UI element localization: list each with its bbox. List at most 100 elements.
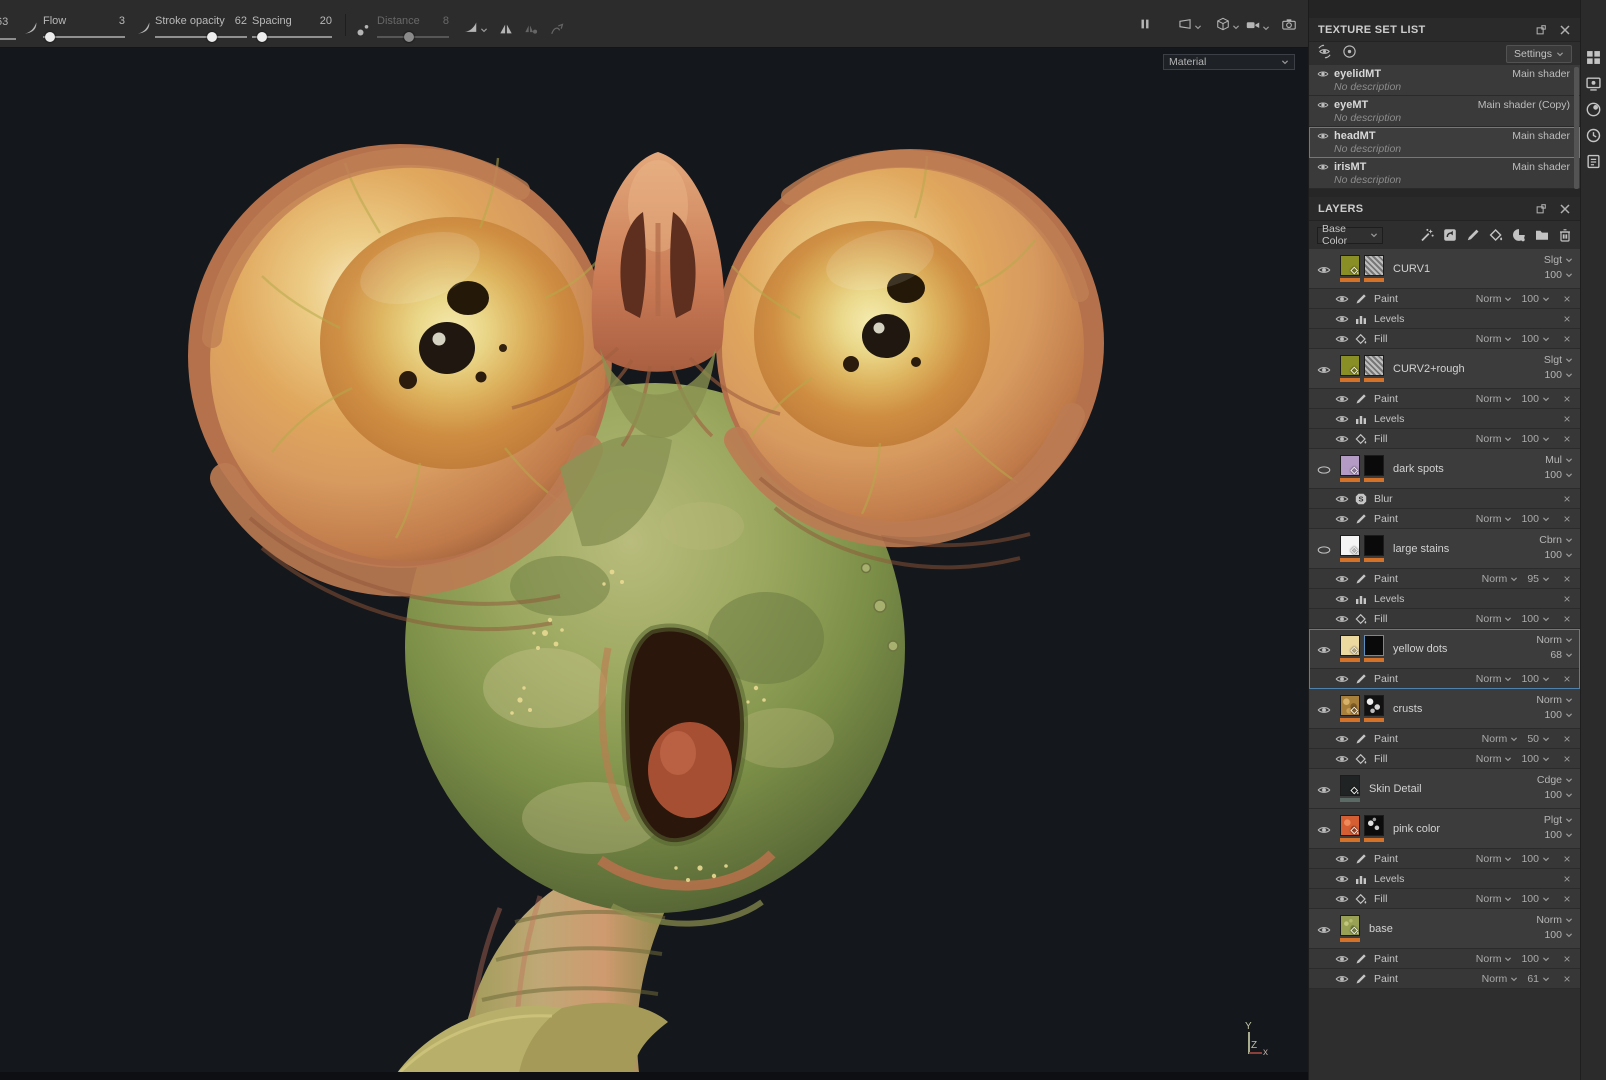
visibility-eye-icon[interactable] bbox=[1317, 130, 1329, 142]
layer-blend-mode[interactable]: Mul bbox=[1545, 454, 1573, 466]
effect-blend-mode[interactable]: Norm bbox=[1476, 293, 1502, 305]
effect-blend-mode[interactable]: Norm bbox=[1476, 333, 1502, 345]
effect-opacity[interactable]: 100 bbox=[1521, 333, 1539, 345]
layer-row[interactable]: Skin DetailCdge100 bbox=[1309, 769, 1580, 809]
effect-opacity[interactable]: 100 bbox=[1521, 853, 1539, 865]
effect-blend-mode[interactable]: Norm bbox=[1482, 733, 1508, 745]
layer-effect-row[interactable]: PaintNorm61× bbox=[1309, 969, 1580, 989]
layer-visibility-icon[interactable] bbox=[1317, 543, 1331, 557]
screenshot-icon[interactable] bbox=[1282, 17, 1296, 31]
lazy-mouse-icon[interactable] bbox=[550, 22, 564, 36]
texture-set-item[interactable]: irisMTMain shaderNo description bbox=[1309, 158, 1580, 189]
axis-gizmo[interactable]: Y Z x bbox=[1240, 1023, 1280, 1069]
layer-blend-mode[interactable]: Norm bbox=[1536, 914, 1573, 926]
shader-settings-icon[interactable] bbox=[1586, 102, 1601, 117]
texture-set-shader[interactable]: Main shader bbox=[1512, 68, 1570, 80]
add-smart-material-icon[interactable] bbox=[1512, 228, 1526, 242]
falloff-curve-icon[interactable] bbox=[464, 20, 478, 34]
effect-visibility-icon[interactable] bbox=[1335, 592, 1349, 606]
pen-pressure-icon[interactable] bbox=[24, 21, 38, 35]
effect-visibility-icon[interactable] bbox=[1335, 892, 1349, 906]
viewport-3d[interactable]: Material Y Z x bbox=[0, 48, 1308, 1080]
pen-pressure-icon[interactable] bbox=[137, 21, 151, 35]
effect-visibility-icon[interactable] bbox=[1335, 732, 1349, 746]
effect-blend-mode[interactable]: Norm bbox=[1476, 393, 1502, 405]
layer-visibility-icon[interactable] bbox=[1317, 363, 1331, 377]
clipped-slider[interactable] bbox=[0, 38, 16, 40]
history-icon[interactable] bbox=[1586, 128, 1601, 143]
effect-visibility-icon[interactable] bbox=[1335, 312, 1349, 326]
effect-opacity[interactable]: 100 bbox=[1521, 953, 1539, 965]
layer-thumbnail[interactable] bbox=[1340, 915, 1360, 936]
effect-blend-mode[interactable]: Norm bbox=[1476, 673, 1502, 685]
effect-blend-mode[interactable]: Norm bbox=[1482, 573, 1508, 585]
effect-visibility-icon[interactable] bbox=[1335, 972, 1349, 986]
layer-effect-row[interactable]: PaintNorm100× bbox=[1309, 509, 1580, 529]
layer-thumbnail[interactable] bbox=[1364, 535, 1384, 556]
texture-set-item[interactable]: eyelidMTMain shaderNo description bbox=[1309, 65, 1580, 96]
effect-opacity[interactable]: 50 bbox=[1527, 733, 1539, 745]
effect-visibility-icon[interactable] bbox=[1335, 432, 1349, 446]
texture-set-item[interactable]: headMTMain shaderNo description bbox=[1309, 127, 1580, 158]
effect-delete-button[interactable]: × bbox=[1560, 572, 1574, 586]
distance-dots-icon[interactable] bbox=[356, 23, 370, 37]
popout-icon[interactable] bbox=[1535, 203, 1547, 215]
effect-visibility-icon[interactable] bbox=[1335, 492, 1349, 506]
layer-effect-row[interactable]: PaintNorm100× bbox=[1309, 289, 1580, 309]
layer-effect-row[interactable]: Levels× bbox=[1309, 869, 1580, 889]
layer-effect-row[interactable]: FillNorm100× bbox=[1309, 329, 1580, 349]
effect-delete-button[interactable]: × bbox=[1560, 432, 1574, 446]
effect-opacity[interactable]: 100 bbox=[1521, 753, 1539, 765]
layer-row[interactable]: dark spotsMul100 bbox=[1309, 449, 1580, 489]
layer-thumbnail[interactable] bbox=[1340, 775, 1360, 796]
layer-visibility-icon[interactable] bbox=[1317, 703, 1331, 717]
layer-effect-row[interactable]: PaintNorm100× bbox=[1309, 949, 1580, 969]
effect-opacity[interactable]: 100 bbox=[1521, 393, 1539, 405]
effect-delete-button[interactable]: × bbox=[1560, 672, 1574, 686]
symmetry-icon[interactable] bbox=[499, 22, 513, 36]
texture-set-shader[interactable]: Main shader (Copy) bbox=[1478, 99, 1570, 111]
solo-eye-icon[interactable] bbox=[1342, 44, 1357, 59]
layer-opacity[interactable]: 100 bbox=[1544, 829, 1573, 841]
effect-visibility-icon[interactable] bbox=[1335, 392, 1349, 406]
layer-opacity[interactable]: 100 bbox=[1544, 789, 1573, 801]
layer-effect-row[interactable]: PaintNorm50× bbox=[1309, 729, 1580, 749]
layer-effect-row[interactable]: Levels× bbox=[1309, 409, 1580, 429]
layer-blend-mode[interactable]: Cdge bbox=[1537, 774, 1573, 786]
effect-visibility-icon[interactable] bbox=[1335, 752, 1349, 766]
effect-visibility-icon[interactable] bbox=[1335, 852, 1349, 866]
camera-mode-icon[interactable] bbox=[1246, 18, 1260, 32]
effect-visibility-icon[interactable] bbox=[1335, 612, 1349, 626]
layer-visibility-icon[interactable] bbox=[1317, 263, 1331, 277]
layer-visibility-icon[interactable] bbox=[1317, 783, 1331, 797]
effect-visibility-icon[interactable] bbox=[1335, 872, 1349, 886]
layer-thumbnail[interactable] bbox=[1340, 455, 1360, 476]
layer-opacity[interactable]: 100 bbox=[1544, 929, 1573, 941]
effect-blend-mode[interactable]: Norm bbox=[1476, 613, 1502, 625]
effect-visibility-icon[interactable] bbox=[1335, 332, 1349, 346]
layer-thumbnail[interactable] bbox=[1364, 695, 1384, 716]
add-folder-icon[interactable] bbox=[1535, 228, 1549, 242]
texture-set-grid-icon[interactable] bbox=[1586, 50, 1601, 65]
layer-effect-row[interactable]: PaintNorm100× bbox=[1309, 849, 1580, 869]
effect-blend-mode[interactable]: Norm bbox=[1482, 973, 1508, 985]
layer-opacity[interactable]: 100 bbox=[1544, 369, 1573, 381]
log-icon[interactable] bbox=[1586, 154, 1601, 169]
effect-opacity[interactable]: 100 bbox=[1521, 293, 1539, 305]
layer-effect-row[interactable]: PaintNorm100× bbox=[1309, 389, 1580, 409]
add-fill-layer-icon[interactable] bbox=[1489, 228, 1503, 242]
effect-delete-button[interactable]: × bbox=[1560, 312, 1574, 326]
layer-effect-row[interactable]: FillNorm100× bbox=[1309, 429, 1580, 449]
layer-thumbnail[interactable] bbox=[1340, 815, 1360, 836]
effect-delete-button[interactable]: × bbox=[1560, 732, 1574, 746]
layer-effect-row[interactable]: PaintNorm100× bbox=[1309, 669, 1580, 689]
close-icon[interactable] bbox=[1559, 24, 1571, 36]
layer-effect-row[interactable]: FillNorm100× bbox=[1309, 889, 1580, 909]
effect-opacity[interactable]: 61 bbox=[1527, 973, 1539, 985]
effect-delete-button[interactable]: × bbox=[1560, 292, 1574, 306]
layer-row[interactable]: pink colorPlgt100 bbox=[1309, 809, 1580, 849]
texture-set-shader[interactable]: Main shader bbox=[1512, 130, 1570, 142]
layer-row[interactable]: CURV1Slgt100 bbox=[1309, 249, 1580, 289]
close-icon[interactable] bbox=[1559, 203, 1571, 215]
delete-layer-icon[interactable] bbox=[1558, 228, 1572, 242]
